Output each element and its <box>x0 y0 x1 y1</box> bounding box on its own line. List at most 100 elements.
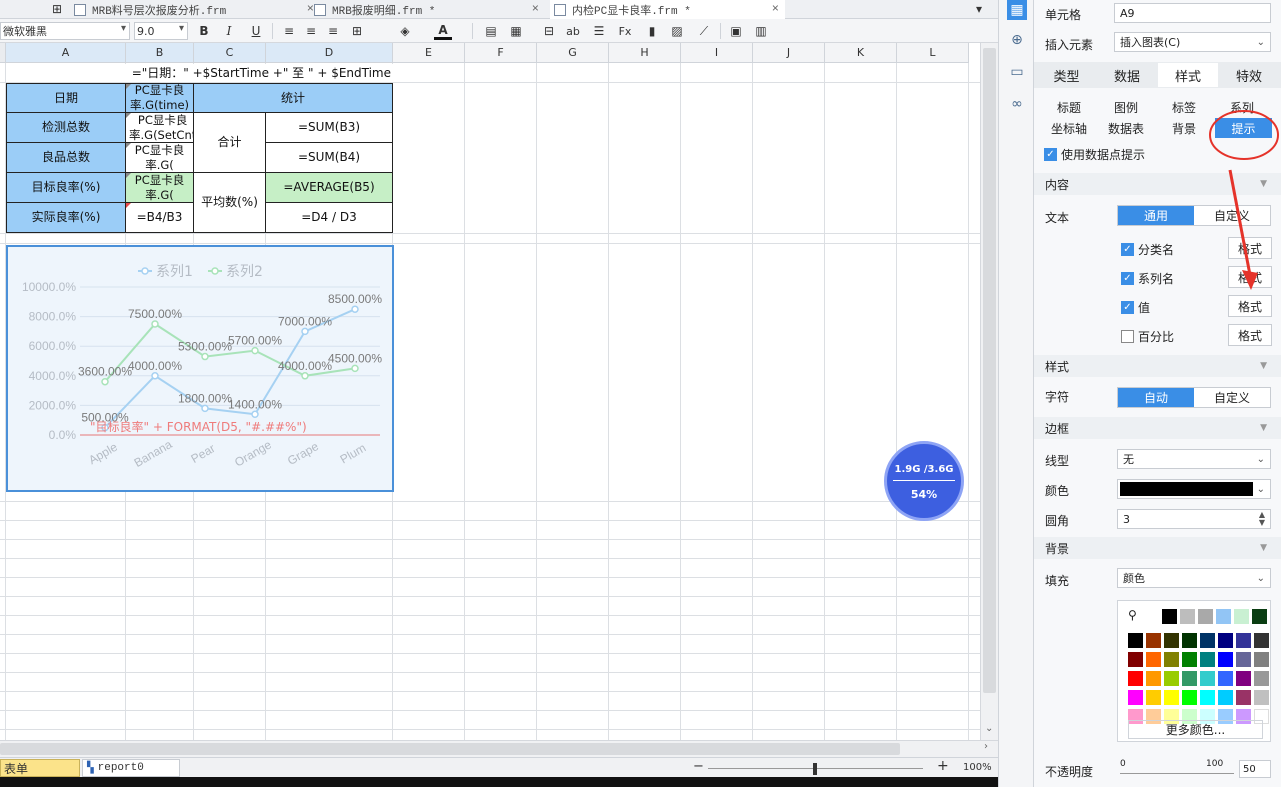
scrollbar-thumb[interactable] <box>0 743 900 755</box>
color-swatch[interactable] <box>1236 671 1251 686</box>
cell-b2[interactable]: PC显卡良率.G(time) <box>125 83 194 113</box>
tab-type[interactable]: 类型 <box>1037 63 1096 87</box>
border-icon[interactable]: ⊞ <box>348 22 366 40</box>
column-header-f[interactable]: F <box>465 43 537 63</box>
color-swatch[interactable] <box>1162 609 1177 624</box>
color-swatch[interactable] <box>1146 690 1161 705</box>
slash-icon[interactable]: ⟋ <box>695 22 713 40</box>
char-mode-toggle[interactable]: 自动 自定义 <box>1117 387 1271 408</box>
category-name-checkbox[interactable]: ✓ 分类名 <box>1121 241 1174 258</box>
cell-b5[interactable]: PC显卡良率.G( <box>125 172 194 203</box>
column-header-g[interactable]: G <box>537 43 609 63</box>
font-size-select[interactable]: 9.0 ▾ <box>134 22 188 40</box>
use-tooltip-checkbox[interactable]: ✓ 使用数据点提示 <box>1044 146 1145 163</box>
series-name-checkbox[interactable]: ✓ 系列名 <box>1121 270 1174 287</box>
tab-style[interactable]: 样式 <box>1158 63 1218 87</box>
color-swatch[interactable] <box>1254 633 1269 648</box>
cell-d5[interactable]: =AVERAGE(B5) <box>265 172 393 203</box>
horizontal-scrollbar[interactable]: › <box>0 740 998 757</box>
font-family-select[interactable]: 微软雅黑 ▾ <box>0 22 130 40</box>
color-swatch[interactable] <box>1128 671 1143 686</box>
value-checkbox[interactable]: ✓ 值 <box>1121 299 1150 316</box>
color-swatch[interactable] <box>1182 633 1197 648</box>
color-swatch[interactable] <box>1218 633 1233 648</box>
vertical-scrollbar[interactable]: ⌄ <box>980 43 998 740</box>
formula-icon[interactable]: Fx <box>616 22 634 40</box>
color-swatch[interactable] <box>1218 671 1233 686</box>
more-colors-button[interactable]: 更多颜色... <box>1128 720 1263 739</box>
color-swatch[interactable] <box>1182 652 1197 667</box>
image-icon[interactable]: ▨ <box>668 22 686 40</box>
tab-mrb-scrap-detail[interactable]: MRB报废明细.frm * × <box>310 0 545 19</box>
color-swatch[interactable] <box>1218 652 1233 667</box>
subtab-legend[interactable]: 图例 <box>1096 97 1156 117</box>
cell-attributes-icon[interactable]: ▦ <box>1007 0 1027 20</box>
custom-option[interactable]: 自定义 <box>1194 388 1270 407</box>
cell-b4[interactable]: PC显卡良率.G( <box>125 142 194 173</box>
cell-address-input[interactable]: A9 <box>1114 3 1271 23</box>
border-color-select[interactable]: ⌄ <box>1117 479 1271 499</box>
insert-element-select[interactable]: 插入图表(C) ⌄ <box>1114 32 1271 52</box>
table-icon[interactable]: ▦ <box>507 22 525 40</box>
align-right-icon[interactable]: ≡ <box>324 22 342 40</box>
column-header-i[interactable]: I <box>681 43 753 63</box>
condition-icon[interactable]: ⊕ <box>1007 30 1027 50</box>
pin-icon[interactable]: ▾ <box>970 0 988 18</box>
section-border[interactable]: 边框 ▼ <box>1034 417 1281 439</box>
tab-pc-gpu-yield[interactable]: 内检PC显卡良率.frm * × <box>550 0 785 19</box>
color-swatch[interactable] <box>1128 690 1143 705</box>
cell-b3[interactable]: PC显卡良率.G(SetCnt <box>125 112 194 143</box>
text-icon[interactable]: ab <box>564 22 582 40</box>
sheet-tab-report0[interactable]: ▚ report0 <box>82 759 180 777</box>
general-option[interactable]: 通用 <box>1118 206 1194 225</box>
section-style[interactable]: 样式 ▼ <box>1034 355 1281 377</box>
color-swatch[interactable] <box>1254 652 1269 667</box>
grid-view-icon[interactable]: ⊞ <box>48 0 66 18</box>
color-swatch[interactable] <box>1200 690 1215 705</box>
cell-a6[interactable]: 实际良率(%) <box>6 202 126 233</box>
font-color-icon[interactable]: A <box>434 22 452 40</box>
radius-spinner[interactable]: 3 ▲ ▼ <box>1117 509 1271 529</box>
line-chart[interactable]: 0.0% 2000.0% 4000.0% 6000.0% 8000.0% 10000.0%… <box>6 245 394 492</box>
merge-cell-icon[interactable]: ▤ <box>482 22 500 40</box>
cell-a4[interactable]: 良品总数 <box>6 142 126 173</box>
color-swatch[interactable] <box>1180 609 1195 624</box>
cell-d6[interactable]: =D4 / D3 <box>265 202 393 233</box>
column-header-b[interactable]: B <box>126 43 194 63</box>
column-header-j[interactable]: J <box>753 43 825 63</box>
align-center-icon[interactable]: ≡ <box>302 22 320 40</box>
cell-c3-merged[interactable]: 合计 <box>193 112 266 173</box>
eyedropper-icon[interactable]: ⚲ <box>1128 608 1137 622</box>
percent-checkbox[interactable]: 百分比 <box>1121 328 1174 345</box>
color-swatch[interactable] <box>1164 652 1179 667</box>
columns-icon[interactable]: ▥ <box>752 22 770 40</box>
color-swatch[interactable] <box>1146 633 1161 648</box>
column-header-l[interactable]: L <box>897 43 969 63</box>
tab-effects[interactable]: 特效 <box>1219 63 1279 87</box>
hyperlink-icon[interactable]: ∞ <box>1007 94 1027 114</box>
value-format-button[interactable]: 格式 <box>1228 295 1272 317</box>
sheet-tab-form[interactable]: 表单 <box>0 759 80 777</box>
link-icon[interactable]: ⊟ <box>540 22 558 40</box>
cell-c5-merged[interactable]: 平均数(%) <box>193 172 266 233</box>
tab-mrb-layer-analysis[interactable]: MRB料号层次报废分析.frm × <box>70 0 320 19</box>
color-swatch[interactable] <box>1236 690 1251 705</box>
italic-button[interactable]: I <box>220 22 238 40</box>
color-swatch[interactable] <box>1200 652 1215 667</box>
opacity-input[interactable]: 50 <box>1239 760 1271 778</box>
linetype-select[interactable]: 无 ⌄ <box>1117 449 1271 469</box>
percent-format-button[interactable]: 格式 <box>1228 324 1272 346</box>
color-swatch[interactable] <box>1254 671 1269 686</box>
color-swatch[interactable] <box>1182 671 1197 686</box>
align-left-icon[interactable]: ≡ <box>280 22 298 40</box>
color-swatch[interactable] <box>1146 652 1161 667</box>
color-swatch[interactable] <box>1254 690 1269 705</box>
close-icon[interactable]: × <box>532 2 539 16</box>
subtab-title[interactable]: 标题 <box>1039 97 1099 117</box>
color-swatch[interactable] <box>1236 652 1251 667</box>
cell-a5[interactable]: 目标良率(%) <box>6 172 126 203</box>
bold-button[interactable]: B <box>195 22 213 40</box>
subtab-datasheet[interactable]: 数据表 <box>1096 118 1156 138</box>
color-swatch[interactable] <box>1234 609 1249 624</box>
widget-icon[interactable]: ▭ <box>1007 62 1027 82</box>
